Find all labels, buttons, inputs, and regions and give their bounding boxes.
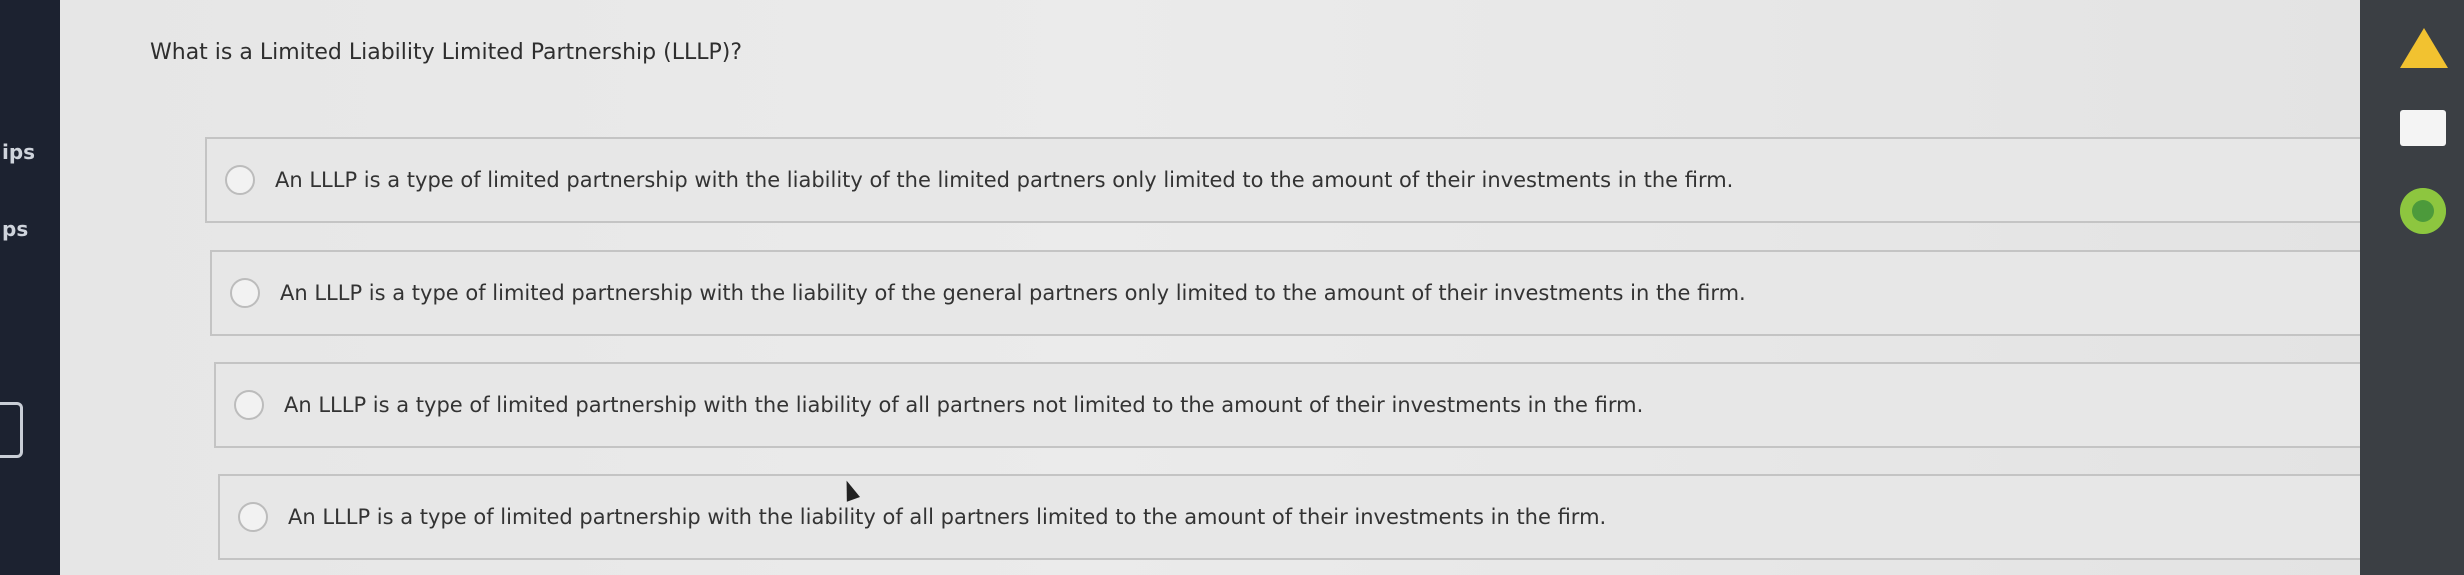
- radio-button[interactable]: [234, 390, 264, 420]
- answer-option-4[interactable]: An LLLP is a type of limited partnership…: [218, 474, 2384, 560]
- option-label: An LLLP is a type of limited partnership…: [288, 505, 1607, 529]
- option-label: An LLLP is a type of limited partnership…: [275, 168, 1734, 192]
- sidebar-label-2[interactable]: ps: [2, 217, 28, 241]
- option-label: An LLLP is a type of limited partnership…: [284, 393, 1644, 417]
- sidebar-box[interactable]: [0, 402, 23, 458]
- answer-option-3[interactable]: An LLLP is a type of limited partnership…: [214, 362, 2389, 448]
- docs-icon[interactable]: [2400, 110, 2446, 146]
- answer-option-2[interactable]: An LLLP is a type of limited partnership…: [210, 250, 2390, 336]
- app-dock: [2360, 0, 2464, 575]
- radio-button[interactable]: [230, 278, 260, 308]
- answer-option-1[interactable]: An LLLP is a type of limited partnership…: [205, 137, 2385, 223]
- drive-icon[interactable]: [2400, 28, 2448, 68]
- question-text: What is a Limited Liability Limited Part…: [150, 40, 743, 65]
- chrome-icon[interactable]: [2400, 188, 2446, 234]
- sidebar-label-1[interactable]: ips: [2, 140, 35, 164]
- left-sidebar: ips ps: [0, 0, 60, 575]
- option-label: An LLLP is a type of limited partnership…: [280, 281, 1746, 305]
- radio-button[interactable]: [225, 165, 255, 195]
- question-panel: What is a Limited Liability Limited Part…: [60, 0, 2390, 575]
- radio-button[interactable]: [238, 502, 268, 532]
